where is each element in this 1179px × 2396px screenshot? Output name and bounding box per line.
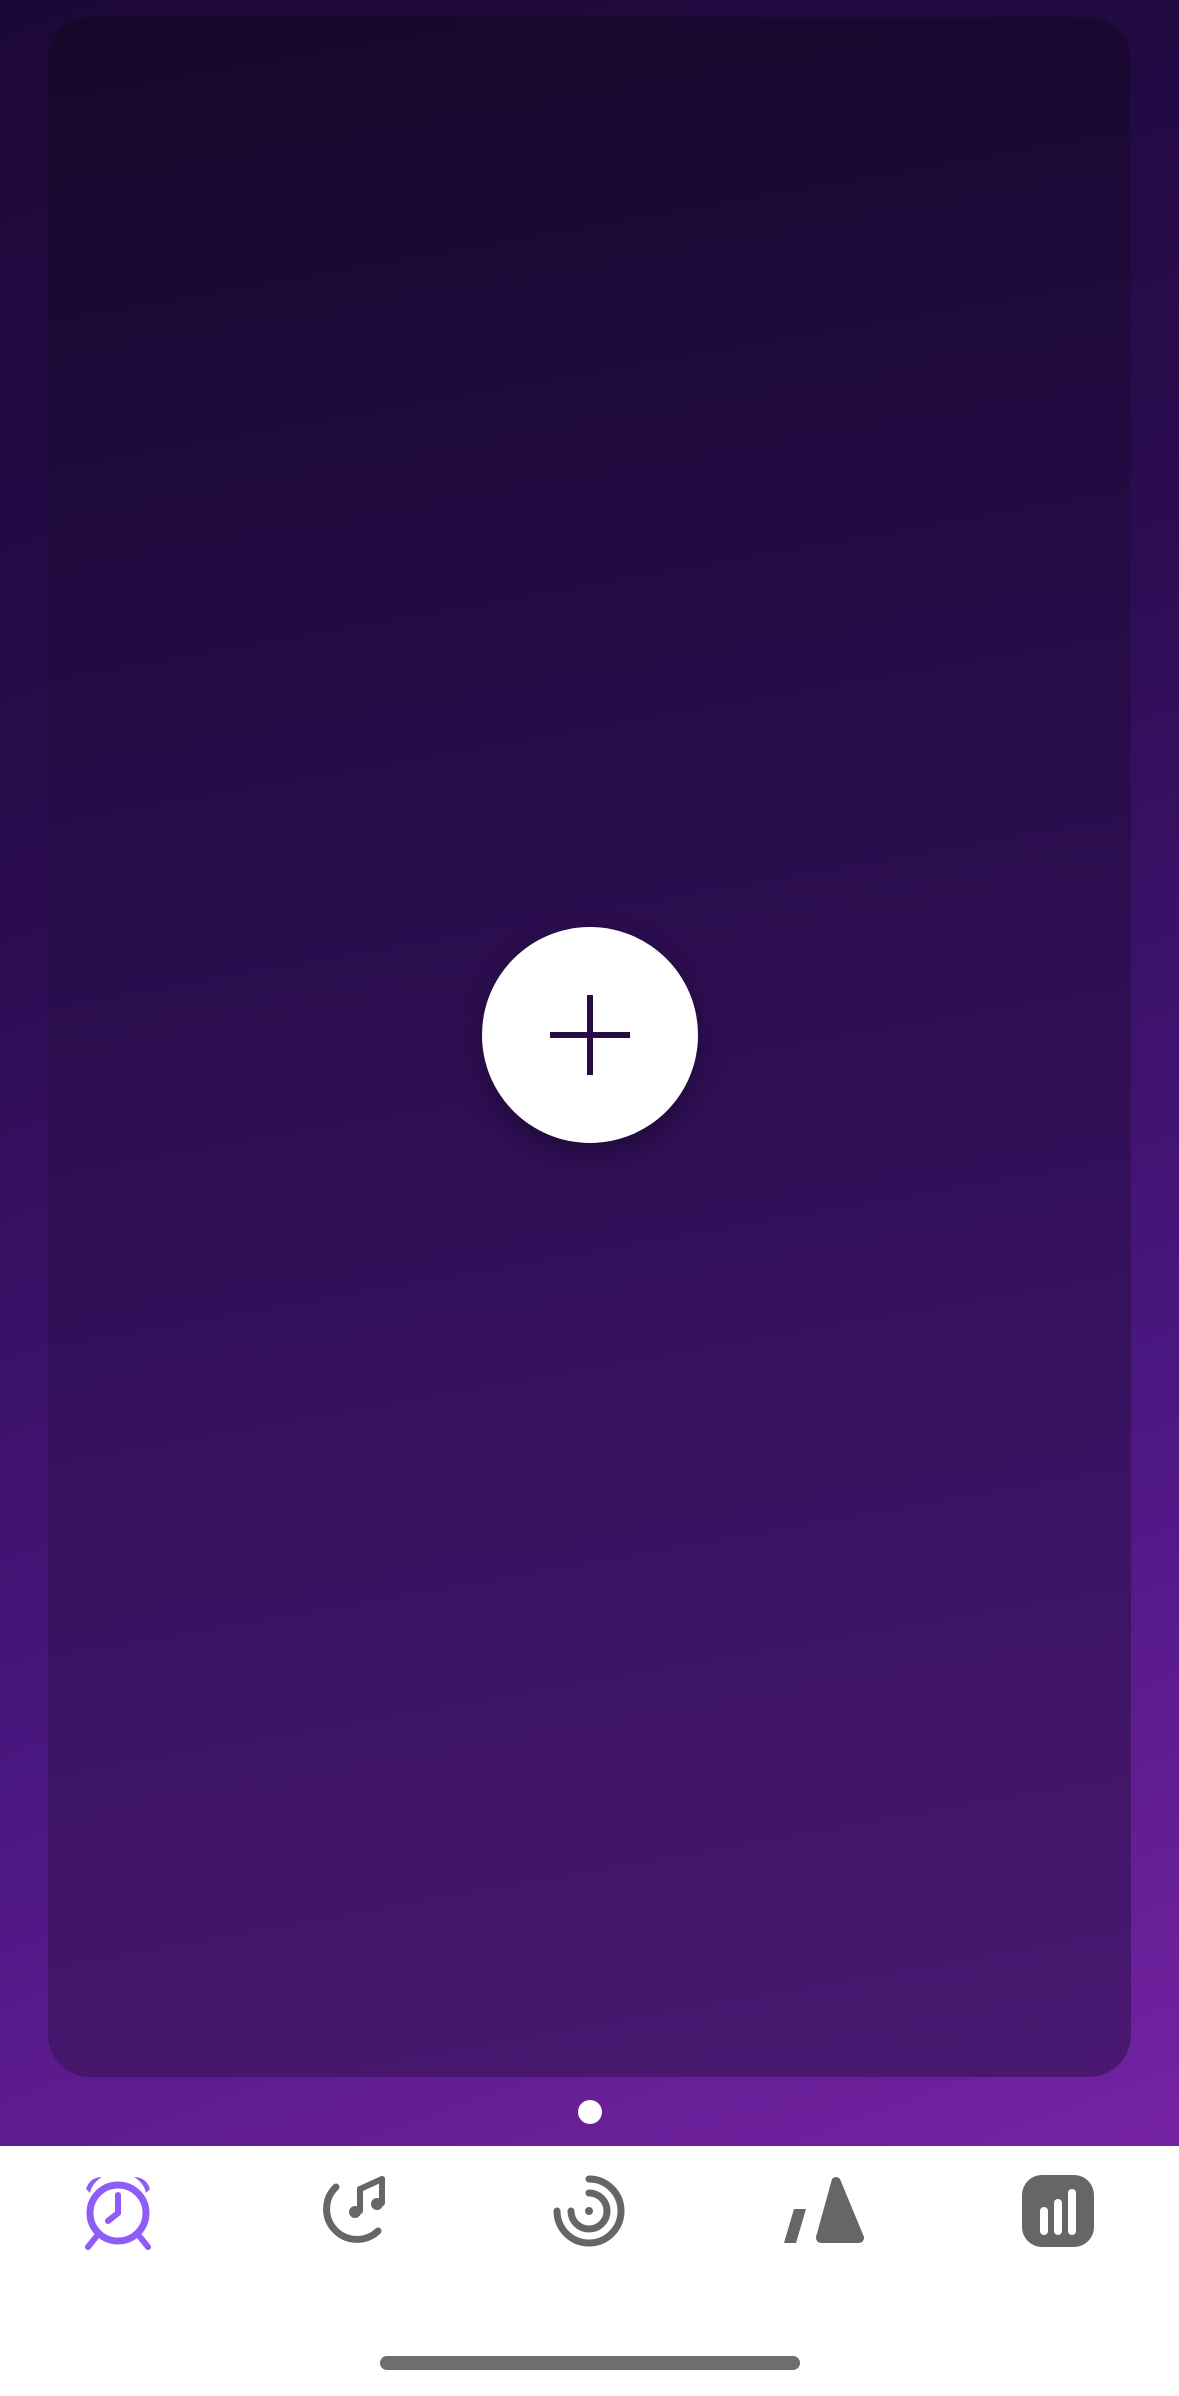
nav-item-alarm[interactable] (58, 2161, 178, 2261)
metronome-icon (784, 2177, 864, 2243)
timer-spiral-icon (553, 2175, 625, 2247)
nav-item-sleep-sounds[interactable] (292, 2161, 412, 2261)
screen (0, 0, 1179, 2396)
add-alarm-button[interactable] (482, 927, 698, 1143)
nav-item-timer[interactable] (529, 2161, 649, 2261)
nav-item-metronome[interactable] (764, 2161, 884, 2261)
stats-icon (1022, 2175, 1094, 2247)
nav-item-stats[interactable] (998, 2161, 1118, 2261)
page-indicator-dot (578, 2100, 602, 2124)
alarm-clock-icon (85, 2177, 151, 2250)
sleep-sounds-icon (323, 2176, 385, 2243)
home-indicator[interactable] (380, 2356, 800, 2370)
plus-icon (550, 995, 630, 1075)
